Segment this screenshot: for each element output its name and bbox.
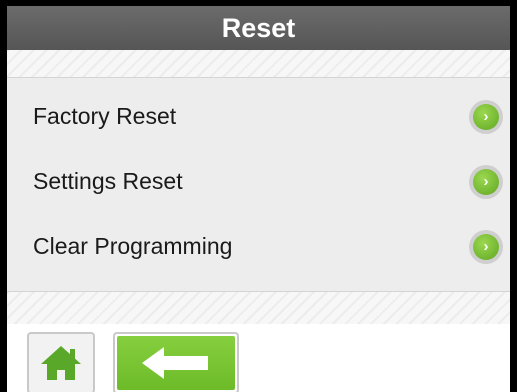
back-button[interactable] bbox=[113, 332, 239, 392]
home-icon bbox=[41, 346, 81, 380]
menu-item-label: Factory Reset bbox=[33, 103, 177, 129]
chevron-right-icon[interactable]: › bbox=[469, 229, 503, 264]
menu-item-label: Settings Reset bbox=[33, 168, 183, 194]
header-bar: Reset bbox=[7, 6, 510, 50]
menu-item-clear-programming[interactable]: Clear Programming › bbox=[7, 214, 510, 279]
footer-bar bbox=[7, 324, 510, 392]
menu-item-label: Clear Programming bbox=[33, 233, 233, 259]
menu-item-factory-reset[interactable]: Factory Reset › bbox=[7, 84, 510, 149]
menu-item-settings-reset[interactable]: Settings Reset › bbox=[7, 149, 510, 214]
chevron-right-icon[interactable]: › bbox=[469, 99, 503, 134]
page-title: Reset bbox=[221, 12, 296, 43]
back-button-fill bbox=[117, 336, 235, 390]
reset-screen: Reset Factory Reset › Settings Reset › C… bbox=[7, 6, 510, 392]
chevron-right-icon[interactable]: › bbox=[469, 164, 503, 199]
top-divider-stripe bbox=[7, 50, 510, 78]
home-button[interactable] bbox=[27, 332, 95, 392]
arrow-left-icon bbox=[142, 347, 208, 379]
bottom-divider-stripe bbox=[7, 291, 510, 325]
reset-menu: Factory Reset › Settings Reset › Clear P… bbox=[7, 84, 510, 279]
